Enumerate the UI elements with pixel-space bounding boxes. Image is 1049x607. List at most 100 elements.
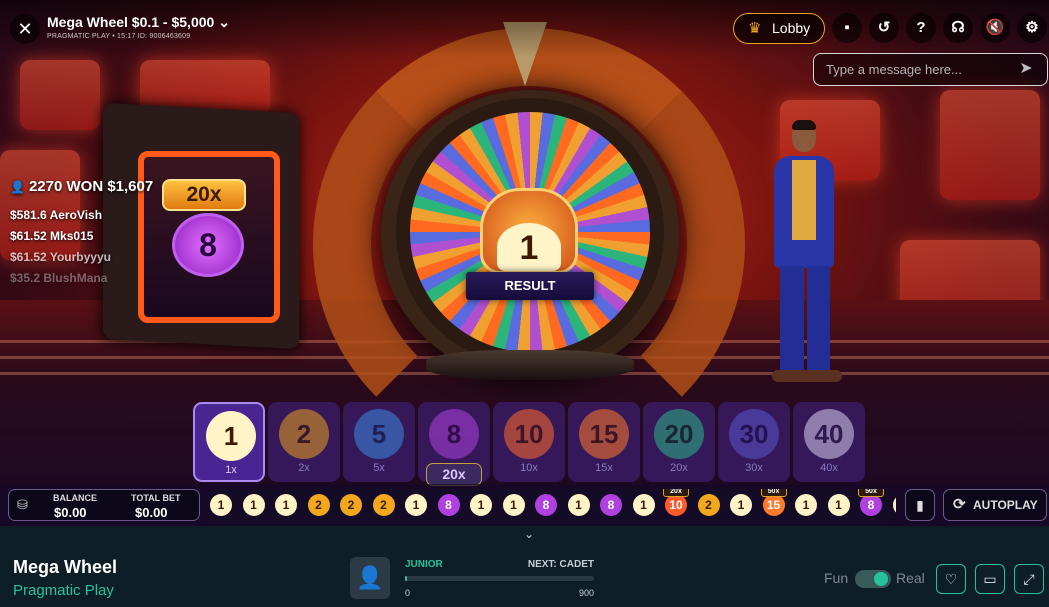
history-value: 10 [669,498,683,512]
history-value: 1 [510,498,517,512]
history-value: 1 [802,498,810,512]
bet-spot-2[interactable]: 2 2x [268,402,340,482]
history-value: 1 [575,498,582,512]
winners-summary-text: 2270 WON $1,607 [28,178,154,195]
fun-real-toggle[interactable] [855,570,891,588]
settings-button[interactable]: ⚙ [1017,13,1047,43]
footer-provider: Pragmatic Play [13,582,114,599]
mute-button[interactable]: 🔇 [980,13,1010,43]
user-icon: 👤 [356,565,384,590]
winner-amount: $61.52 [10,229,47,243]
result-number: 1 [497,223,561,271]
lobby-label: Lobby [772,20,811,36]
history-value: 2 [315,498,322,512]
history-value: 1 [217,498,225,512]
history-result: 2 [372,494,395,516]
level-current: JUNIOR [405,559,443,570]
bet-spot-10[interactable]: 10 10x [493,402,565,482]
bet-spot-30[interactable]: 30 30x [718,402,790,482]
host-hair [792,120,816,130]
chat-button[interactable]: ▪ [832,13,862,43]
bet-spot-multiplier: 5x [373,462,385,474]
history-result: 1 [892,494,896,516]
support-button[interactable]: ☊ [943,13,973,43]
history-value: 2 [380,498,387,512]
autoplay-button[interactable]: ⟳ AUTOPLAY [943,489,1047,521]
history-value: 8 [542,498,550,512]
history-result: 2 [307,494,330,516]
fullscreen-button[interactable]: ⤢ [1014,564,1044,594]
bet-spot-number: 30 [729,409,779,459]
result-label: RESULT [466,272,594,300]
gear-icon: ⚙ [1025,19,1039,36]
total-bet-value: $0.00 [135,505,168,520]
help-icon: ? [916,19,926,36]
game-subtitle: PRAGMATIC PLAY • 15:17 ID: 9006463609 [47,33,191,40]
favorite-button[interactable]: ♡ [936,564,966,594]
progress-min: 0 [405,588,411,598]
autoplay-label: AUTOPLAY [973,498,1038,512]
chat-icon: ▪ [844,19,850,36]
history-result: 1 [470,494,492,516]
winner-name: BlushMana [43,271,108,285]
close-button[interactable]: ✕ [10,14,40,44]
bet-spot-5[interactable]: 5 5x [343,402,415,482]
bet-spot-multiplier: 20x [670,462,688,474]
history-button[interactable]: ↺ [869,13,899,43]
bet-spot-40[interactable]: 40 40x [793,402,865,482]
results-history[interactable]: 111222181181811020x211550x11850x1 [206,489,896,521]
history-result: 8 [437,494,460,516]
fun-label: Fun [824,570,849,586]
history-result: 2 [340,494,362,516]
balance-panel: ⛁ BALANCE $0.00 TOTAL BET $0.00 [8,489,200,521]
chips-icon: ⛁ [17,497,28,512]
help-button[interactable]: ? [906,13,936,43]
bet-spot-15[interactable]: 15 15x [568,402,640,482]
history-result: 8 [600,494,622,516]
level-progress-fill [405,576,407,581]
bet-spot-multiplier: 40x [820,462,838,474]
history-value: 1 [282,498,290,512]
user-icon: 👤 [10,180,25,194]
statistics-button[interactable]: ▮ [905,489,935,521]
avatar[interactable]: 👤 [350,557,390,599]
winner-row: $35.2 BlushMana [10,271,107,285]
support-icon: ☊ [951,19,965,36]
heart-icon: ♡ [944,571,958,587]
history-result: 1 [730,494,752,516]
history-multiplier-badge: 20x [663,489,689,497]
wall-light-panel [20,60,100,130]
history-result: 15 50x [760,489,787,516]
send-icon[interactable]: ➤ [1015,58,1037,80]
screen-icon: ▭ [983,571,997,587]
real-label: Real [896,570,925,586]
history-result: 8 [535,494,557,516]
history-result: 8 50x [858,489,884,516]
winner-row: $581.6 AeroVish [10,208,102,222]
bet-spot-1[interactable]: 1 1x [193,402,265,482]
game-title[interactable]: Mega Wheel $0.1 - $5,000 ⌄ [47,14,230,31]
host-shoes [772,370,842,382]
bet-spot-20[interactable]: 20 20x [643,402,715,482]
winner-name: Mks015 [50,229,94,243]
chevron-down-icon[interactable]: ⌄ [517,526,541,542]
history-result: 1 [795,494,817,516]
expand-icon: ⤢ [1023,571,1035,587]
winner-name: Yourbyyyu [49,250,111,264]
history-value: 8 [445,498,452,512]
autoplay-icon: ⟳ [953,496,966,513]
history-result: 1 [567,494,590,516]
bet-spot-number: 40 [804,409,854,459]
level-next: NEXT: CADET [527,559,594,570]
lobby-button[interactable]: ♛ Lobby [733,13,825,44]
crown-icon: ♛ [748,20,762,37]
bet-spot-number: 8 [429,409,479,459]
game-title-text: Mega Wheel $0.1 - $5,000 [47,14,215,30]
chat-input[interactable] [813,53,1048,86]
host-legs [780,266,830,370]
toggle-knob[interactable] [874,572,888,586]
history-value: 1 [640,498,647,512]
winner-row: $61.52 Mks015 [10,229,93,243]
theater-mode-button[interactable]: ▭ [975,564,1005,594]
bet-spot-number: 5 [354,409,404,459]
